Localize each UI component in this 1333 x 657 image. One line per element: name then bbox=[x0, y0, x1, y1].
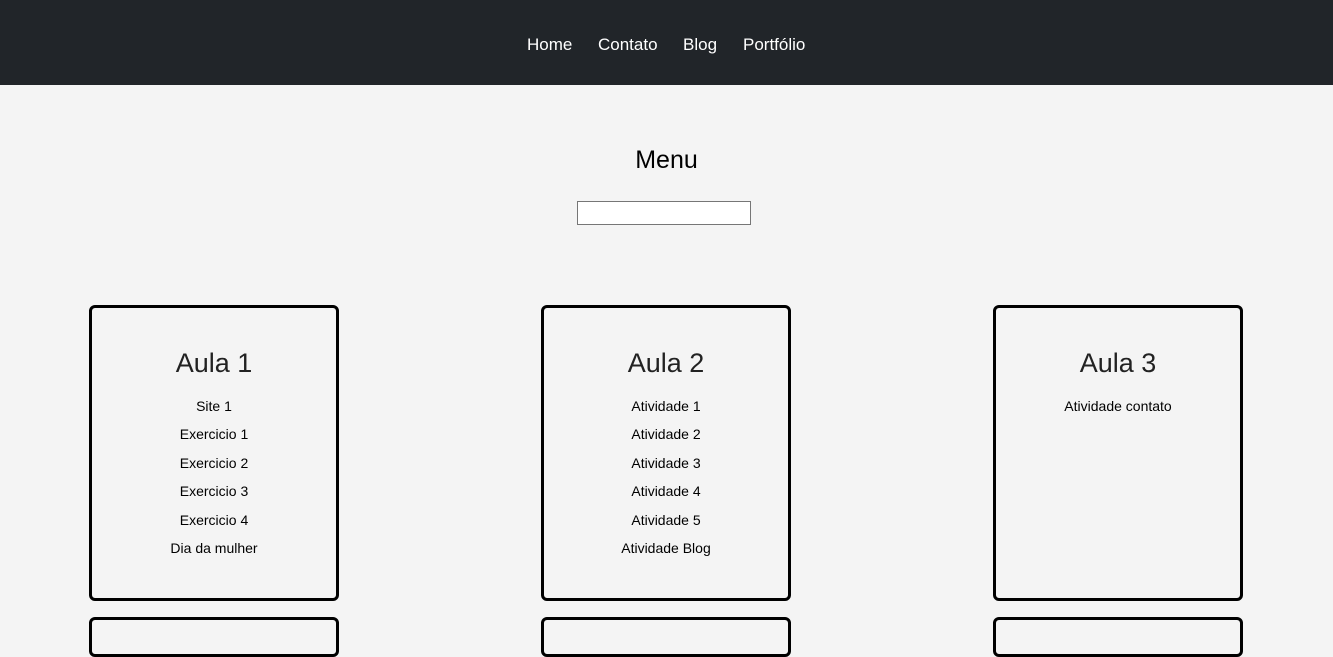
card-link-atividade-1[interactable]: Atividade 1 bbox=[544, 396, 788, 424]
card-title: Aula 2 bbox=[627, 348, 705, 378]
card-link-list: Site 1 Exercicio 1 Exercicio 2 Exercicio… bbox=[92, 396, 336, 566]
card-link-exercicio-1[interactable]: Exercicio 1 bbox=[92, 424, 336, 452]
search-input[interactable] bbox=[577, 201, 751, 225]
card-link-atividade-blog[interactable]: Atividade Blog bbox=[544, 538, 788, 566]
card-aula-1: Aula 1 Site 1 Exercicio 1 Exercicio 2 Ex… bbox=[89, 305, 339, 601]
card-link-atividade-3[interactable]: Atividade 3 bbox=[544, 453, 788, 481]
card-link-list: Atividade 1 Atividade 2 Atividade 3 Ativ… bbox=[544, 396, 788, 566]
card-link-exercicio-2[interactable]: Exercicio 2 bbox=[92, 453, 336, 481]
top-navbar: Home Contato Blog Portfólio bbox=[0, 0, 1333, 85]
card-title: Aula 3 bbox=[1079, 348, 1157, 378]
card-link-atividade-5[interactable]: Atividade 5 bbox=[544, 510, 788, 538]
card-link-atividade-contato[interactable]: Atividade contato bbox=[996, 396, 1240, 424]
card-link-exercicio-3[interactable]: Exercicio 3 bbox=[92, 481, 336, 509]
card-aula-2: Aula 2 Atividade 1 Atividade 2 Atividade… bbox=[541, 305, 791, 601]
nav-link-home[interactable]: Home bbox=[527, 34, 572, 56]
nav-link-portfolio[interactable]: Portfólio bbox=[743, 34, 805, 56]
card-title: Aula 1 bbox=[175, 348, 253, 378]
card-link-site-1[interactable]: Site 1 bbox=[92, 396, 336, 424]
card-next-row-1 bbox=[89, 617, 339, 657]
card-link-dia-da-mulher[interactable]: Dia da mulher bbox=[92, 538, 336, 566]
card-link-exercicio-4[interactable]: Exercicio 4 bbox=[92, 510, 336, 538]
card-aula-3: Aula 3 Atividade contato bbox=[993, 305, 1243, 601]
nav-link-blog[interactable]: Blog bbox=[683, 34, 717, 56]
card-link-list: Atividade contato bbox=[996, 396, 1240, 424]
nav-link-contato[interactable]: Contato bbox=[598, 34, 658, 56]
card-link-atividade-4[interactable]: Atividade 4 bbox=[544, 481, 788, 509]
card-link-atividade-2[interactable]: Atividade 2 bbox=[544, 424, 788, 452]
card-next-row-3 bbox=[993, 617, 1243, 657]
card-next-row-2 bbox=[541, 617, 791, 657]
page-title: Menu bbox=[635, 146, 698, 174]
